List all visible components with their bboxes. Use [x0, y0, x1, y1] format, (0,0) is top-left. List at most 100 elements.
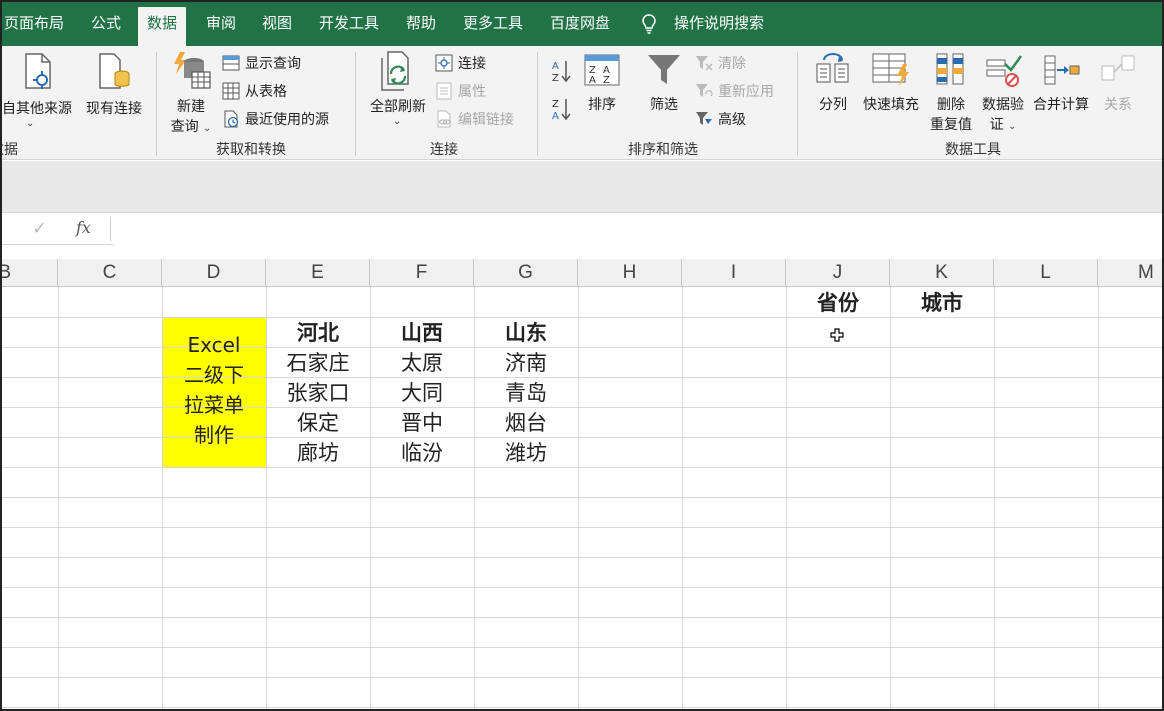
cell-city[interactable]: 济南 — [474, 348, 578, 378]
column-header-d[interactable]: D — [162, 259, 266, 287]
sort-button[interactable]: Z A A Z 排序 — [582, 52, 622, 113]
sort-z-to-a-button[interactable]: Z A — [550, 96, 574, 126]
tab-baidu-netdisk[interactable]: 百度网盘 — [550, 8, 610, 40]
cell-city[interactable]: 太原 — [370, 348, 474, 378]
gridline — [2, 527, 1162, 528]
group-label-connections: 连接 — [430, 142, 458, 158]
tell-me-search[interactable]: 操作说明搜索 — [674, 8, 764, 40]
relationships-icon — [1101, 55, 1135, 81]
new-query-button[interactable]: 新建 查询 ⌄ — [166, 50, 216, 135]
from-table-button[interactable]: 从表格 — [222, 78, 287, 104]
show-queries-icon — [222, 55, 240, 71]
cell-e2-province[interactable]: 河北 — [266, 318, 370, 348]
column-header-j[interactable]: J — [786, 259, 890, 287]
enter-check-icon[interactable]: ✓ — [32, 218, 47, 239]
cell-city[interactable]: 晋中 — [370, 408, 474, 438]
tab-developer[interactable]: 开发工具 — [319, 8, 379, 40]
text-to-columns-button[interactable]: 分列 — [812, 52, 854, 113]
show-queries-label: 显示查询 — [245, 56, 301, 72]
relationships-button[interactable]: 关系 — [1096, 52, 1140, 113]
connections-button[interactable]: 连接 — [435, 50, 486, 76]
tab-more-tools[interactable]: 更多工具 — [463, 8, 523, 40]
remove-duplicates-button[interactable]: 删除 重复值 — [926, 52, 976, 133]
cell-city[interactable]: 石家庄 — [266, 348, 370, 378]
cell-g2-province[interactable]: 山东 — [474, 318, 578, 348]
column-header-k[interactable]: K — [890, 259, 994, 287]
cell-city[interactable]: 临汾 — [370, 438, 474, 468]
group-label-get-transform: 获取和转换 — [216, 142, 286, 158]
chevron-down-icon: ⌄ — [1008, 121, 1017, 132]
gridline — [2, 647, 1162, 648]
insert-function-icon[interactable]: fx — [76, 218, 91, 237]
tab-view[interactable]: 视图 — [262, 8, 292, 40]
ribbon-gap — [2, 161, 1162, 212]
refresh-all-button[interactable]: 全部刷新 ⌄ — [366, 50, 430, 127]
sort-icon: Z A A Z — [584, 54, 620, 86]
formula-input[interactable] — [114, 213, 1162, 245]
cell-select-cursor-icon — [830, 328, 844, 342]
lightbulb-icon[interactable] — [642, 14, 656, 34]
tab-data[interactable]: 数据 — [138, 7, 187, 46]
recent-sources-label: 最近使用的源 — [245, 112, 329, 128]
show-queries-button[interactable]: 显示查询 — [222, 50, 301, 76]
advanced-filter-button[interactable]: 高级 — [695, 106, 746, 132]
group-separator — [355, 52, 356, 156]
cell-city[interactable]: 大同 — [370, 378, 474, 408]
recent-sources-button[interactable]: 最近使用的源 — [222, 106, 329, 132]
reapply-icon — [696, 84, 713, 97]
column-header-c[interactable]: C — [58, 259, 162, 287]
properties-icon — [436, 82, 452, 100]
column-header-g[interactable]: G — [474, 259, 578, 287]
edit-links-button[interactable]: 编辑链接 — [435, 106, 514, 132]
gridline — [2, 467, 1162, 468]
column-header-h[interactable]: H — [578, 259, 682, 287]
refresh-all-label: 全部刷新 — [370, 99, 426, 115]
column-header-b[interactable]: B — [2, 259, 58, 287]
cell-k1-city-header[interactable]: 城市 — [890, 288, 994, 318]
from-other-sources-button[interactable]: 自其他来源 ⌄ — [2, 52, 72, 129]
gridline — [2, 677, 1162, 678]
filter-funnel-icon — [648, 55, 680, 84]
group-separator — [797, 52, 798, 156]
cell-city[interactable]: 青岛 — [474, 378, 578, 408]
gridline — [2, 617, 1162, 618]
advanced-filter-icon — [696, 112, 712, 125]
reapply-button[interactable]: 重新应用 — [695, 78, 774, 104]
sort-a-to-z-button[interactable]: A Z — [550, 58, 574, 88]
clear-filter-button[interactable]: 清除 — [695, 50, 746, 76]
column-header-i[interactable]: I — [682, 259, 786, 287]
refresh-all-icon — [381, 51, 409, 91]
filter-button[interactable]: 筛选 — [645, 52, 683, 113]
title-line: 制作 — [194, 423, 234, 447]
formula-bar: ✓ fx — [2, 212, 1162, 245]
consolidate-button[interactable]: 合并计算 — [1030, 52, 1092, 113]
column-header-e[interactable]: E — [266, 259, 370, 287]
cell-city[interactable]: 保定 — [266, 408, 370, 438]
cell-city[interactable]: 烟台 — [474, 408, 578, 438]
connections-icon — [435, 54, 453, 72]
svg-text:Z: Z — [552, 73, 559, 84]
existing-connections-button[interactable]: 现有连接 — [82, 52, 146, 117]
tab-formulas[interactable]: 公式 — [91, 8, 121, 40]
cell-j1-province-header[interactable]: 省份 — [786, 288, 890, 318]
cell-city[interactable]: 张家口 — [266, 378, 370, 408]
tab-review[interactable]: 审阅 — [206, 8, 236, 40]
column-header-f[interactable]: F — [370, 259, 474, 287]
tab-page-layout[interactable]: 页面布局 — [4, 8, 64, 40]
column-header-m[interactable]: M — [1098, 259, 1162, 287]
properties-button[interactable]: 属性 — [435, 78, 486, 104]
advanced-label: 高级 — [718, 112, 746, 128]
remove-duplicates-label-2: 重复值 — [930, 117, 972, 133]
group-label-get-data: 获取外部数据 — [2, 142, 18, 158]
recent-sources-icon — [224, 110, 239, 128]
data-validation-button[interactable]: 数据验 证 ⌄ — [978, 52, 1028, 133]
worksheet-grid[interactable]: Excel 二级下 拉菜单 制作 河北 山西 山东 石家庄 张家口 保定 廊坊 … — [2, 287, 1162, 709]
column-header-l[interactable]: L — [994, 259, 1098, 287]
flash-fill-button[interactable]: 快速填充 — [860, 52, 922, 113]
tab-help[interactable]: 帮助 — [406, 8, 436, 40]
consolidate-label: 合并计算 — [1033, 97, 1089, 113]
cell-city[interactable]: 廊坊 — [266, 438, 370, 468]
cell-f2-province[interactable]: 山西 — [370, 318, 474, 348]
clear-filter-icon — [696, 56, 713, 71]
cell-city[interactable]: 潍坊 — [474, 438, 578, 468]
